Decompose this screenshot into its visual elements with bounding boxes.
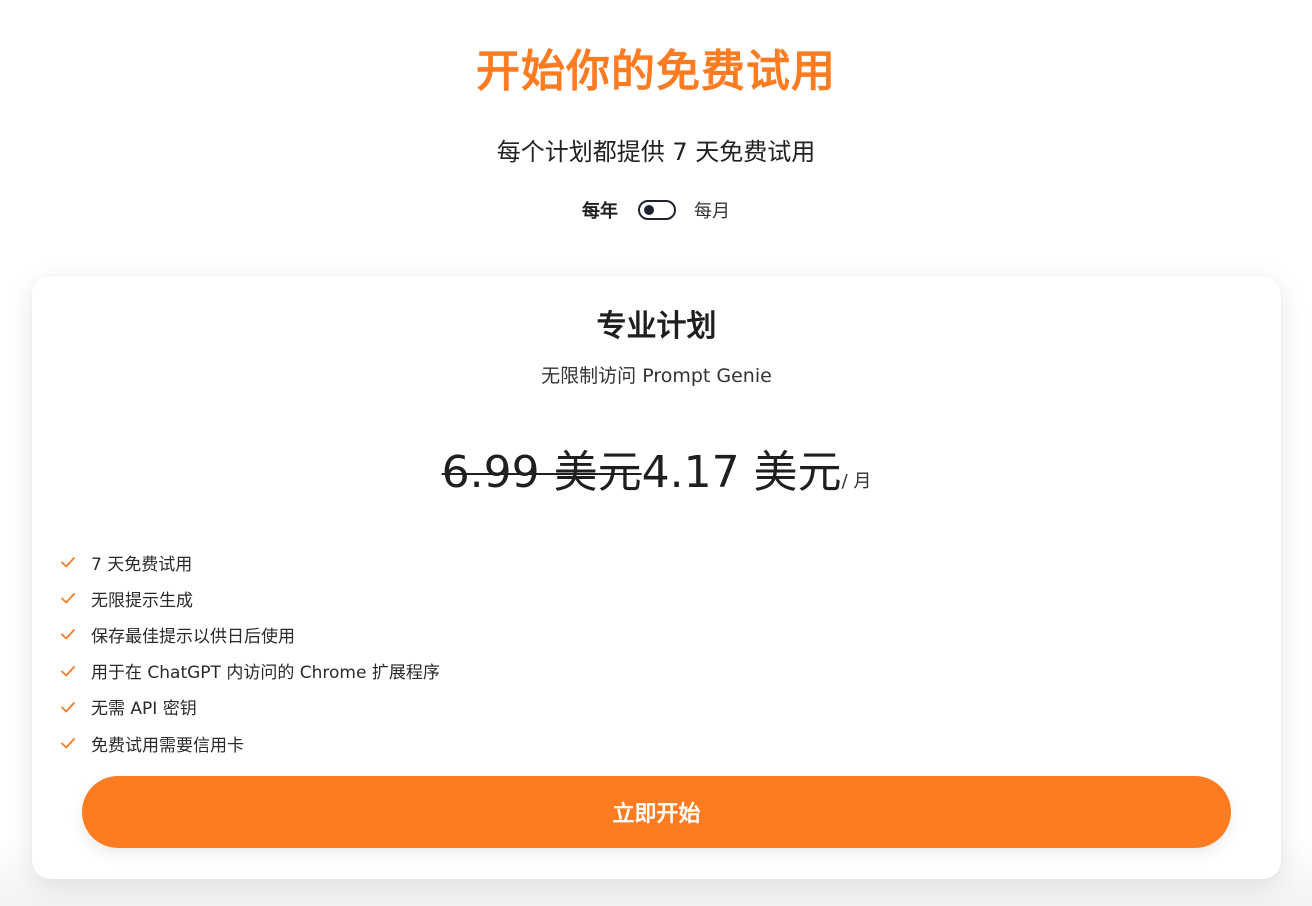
- check-icon: [61, 557, 75, 568]
- original-price: 6.99 美元: [441, 447, 642, 498]
- plan-card: 专业计划 无限制访问 Prompt Genie 6.99 美元 4.17 美元 …: [32, 276, 1281, 879]
- feature-text: 保存最佳提示以供日后使用: [91, 626, 295, 647]
- feature-item: 免费试用需要信用卡: [58, 725, 440, 761]
- feature-item: 7 天免费试用: [58, 544, 440, 580]
- discounted-price: 4.17 美元: [641, 447, 842, 498]
- feature-text: 用于在 ChatGPT 内访问的 Chrome 扩展程序: [91, 663, 440, 684]
- toggle-knob: [644, 205, 654, 215]
- billing-period-toggle[interactable]: [638, 200, 676, 220]
- check-icon: [61, 593, 75, 604]
- check-icon: [61, 738, 75, 749]
- feature-item: 无限提示生成: [58, 580, 440, 616]
- check-icon: [61, 629, 75, 640]
- page-subtitle: 每个计划都提供 7 天免费试用: [496, 138, 816, 166]
- check-icon: [61, 665, 75, 677]
- feature-text: 免费试用需要信用卡: [91, 735, 244, 756]
- plan-name: 专业计划: [596, 309, 717, 344]
- plan-description: 无限制访问 Prompt Genie: [541, 365, 772, 387]
- feature-list: 7 天免费试用 无限提示生成 保存最佳提示以供日后使用 用于在 ChatGPT …: [58, 544, 440, 761]
- check-icon: [61, 701, 75, 713]
- price-row: 6.99 美元 4.17 美元 / 月: [32, 436, 1281, 500]
- feature-item: 无需 API 密钥: [58, 689, 440, 725]
- feature-text: 无限提示生成: [91, 590, 193, 611]
- price-period: / 月: [841, 471, 872, 492]
- feature-text: 7 天免费试用: [91, 554, 193, 575]
- feature-text: 无需 API 密钥: [91, 699, 197, 720]
- pricing-page: 开始你的免费试用 每个计划都提供 7 天免费试用 每年 每月 专业计划 无限制访…: [0, 0, 1312, 906]
- feature-item: 用于在 ChatGPT 内访问的 Chrome 扩展程序: [58, 653, 440, 689]
- billing-toggle-row: 每年 每月: [0, 196, 1312, 224]
- page-title: 开始你的免费试用: [476, 46, 836, 97]
- billing-yearly-label[interactable]: 每年: [582, 197, 618, 223]
- start-now-button[interactable]: 立即开始: [82, 776, 1231, 848]
- feature-item: 保存最佳提示以供日后使用: [58, 616, 440, 652]
- billing-monthly-label[interactable]: 每月: [694, 197, 730, 223]
